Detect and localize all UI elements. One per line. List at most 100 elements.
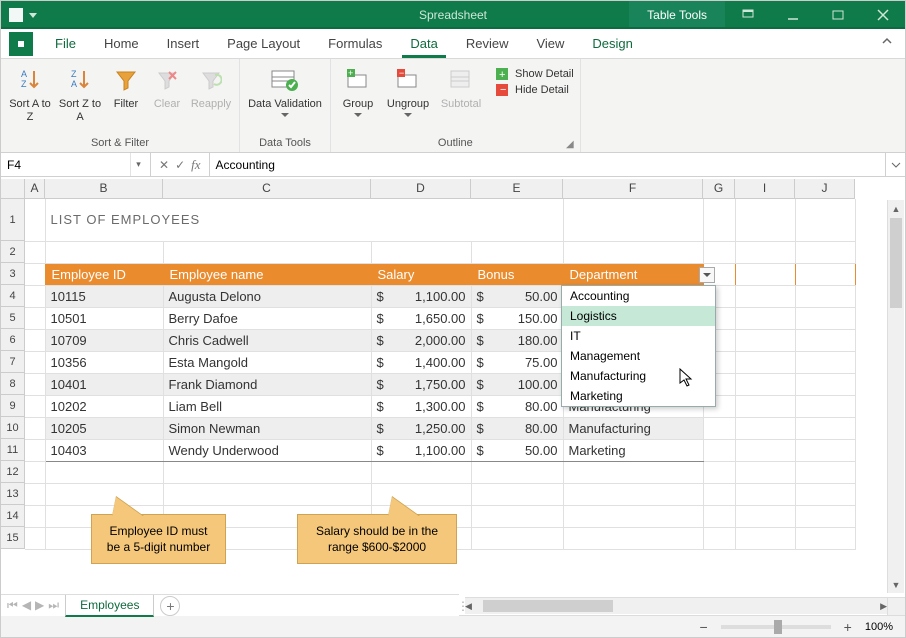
dropdown-option[interactable]: IT: [562, 326, 715, 346]
cell[interactable]: [795, 395, 855, 417]
row-header[interactable]: 15: [1, 527, 25, 549]
dropdown-option[interactable]: Management: [562, 346, 715, 366]
cell[interactable]: $2,000.00: [371, 329, 471, 351]
cell[interactable]: [735, 285, 795, 307]
prev-sheet-button[interactable]: ◀: [22, 598, 31, 613]
column-header[interactable]: C: [163, 179, 371, 199]
scroll-down-button[interactable]: ▼: [888, 576, 904, 593]
cell[interactable]: [25, 395, 45, 417]
tab-design[interactable]: Design: [578, 30, 646, 57]
show-detail-button[interactable]: + Show Detail: [495, 67, 574, 81]
tab-file[interactable]: File: [41, 30, 90, 57]
cell[interactable]: [471, 505, 563, 527]
cell[interactable]: $80.00: [471, 417, 563, 439]
scroll-thumb[interactable]: [890, 218, 902, 308]
dropdown-option[interactable]: Marketing: [562, 386, 715, 406]
column-header[interactable]: J: [795, 179, 855, 199]
cell[interactable]: [735, 395, 795, 417]
row-header[interactable]: 10: [1, 417, 25, 439]
cell[interactable]: [795, 505, 855, 527]
app-menu-icon[interactable]: [9, 32, 33, 56]
cell[interactable]: [25, 199, 45, 241]
scroll-thumb[interactable]: [483, 600, 613, 612]
scroll-up-button[interactable]: ▲: [888, 200, 904, 217]
cell[interactable]: [45, 241, 163, 263]
cell[interactable]: Simon Newman: [163, 417, 371, 439]
cell[interactable]: [563, 505, 703, 527]
next-sheet-button[interactable]: ▶: [35, 598, 44, 613]
cell[interactable]: [563, 483, 703, 505]
cell[interactable]: [735, 527, 795, 549]
dropdown-option[interactable]: Logistics: [562, 306, 715, 326]
cell[interactable]: $180.00: [471, 329, 563, 351]
column-header[interactable]: F: [563, 179, 703, 199]
cell[interactable]: [25, 483, 45, 505]
cell[interactable]: [563, 241, 703, 263]
cell[interactable]: [735, 505, 795, 527]
cell[interactable]: [25, 505, 45, 527]
name-box-dropdown-icon[interactable]: ▾: [130, 153, 146, 176]
column-header[interactable]: E: [471, 179, 563, 199]
cell[interactable]: Berry Dafoe: [163, 307, 371, 329]
validation-dropdown-list[interactable]: AccountingLogisticsITManagementManufactu…: [561, 285, 716, 407]
cell[interactable]: 10401: [45, 373, 163, 395]
cell[interactable]: $1,100.00: [371, 439, 471, 461]
confirm-edit-button[interactable]: ✓: [175, 158, 185, 172]
minimize-button[interactable]: [770, 1, 815, 29]
cell[interactable]: [25, 241, 45, 263]
cell[interactable]: [735, 199, 795, 241]
cell[interactable]: [25, 285, 45, 307]
tab-split-handle[interactable]: ⋮: [459, 597, 465, 614]
cell[interactable]: [735, 307, 795, 329]
first-sheet-button[interactable]: ⏮: [7, 598, 18, 613]
cancel-edit-button[interactable]: ✕: [159, 158, 169, 172]
row-header[interactable]: 3: [1, 263, 25, 285]
cell[interactable]: [703, 241, 735, 263]
dropdown-option[interactable]: Accounting: [562, 286, 715, 306]
cell[interactable]: Manufacturing: [563, 417, 703, 439]
cell[interactable]: Wendy Underwood: [163, 439, 371, 461]
cell[interactable]: [703, 461, 735, 483]
cell[interactable]: [25, 527, 45, 549]
cell[interactable]: $100.00: [471, 373, 563, 395]
column-header[interactable]: G: [703, 179, 735, 199]
cell[interactable]: [795, 329, 855, 351]
cell[interactable]: [563, 199, 703, 241]
cell[interactable]: [563, 527, 703, 549]
column-header[interactable]: A: [25, 179, 45, 199]
zoom-slider[interactable]: [721, 625, 831, 629]
cell[interactable]: [735, 461, 795, 483]
cell[interactable]: [25, 329, 45, 351]
zoom-level[interactable]: 100%: [865, 621, 893, 633]
cell[interactable]: 10403: [45, 439, 163, 461]
cell-dropdown-button[interactable]: [699, 267, 715, 283]
row-header[interactable]: 2: [1, 241, 25, 263]
cell[interactable]: Marketing: [563, 439, 703, 461]
collapse-ribbon-button[interactable]: [881, 36, 893, 51]
cell[interactable]: [735, 439, 795, 461]
cell[interactable]: [25, 417, 45, 439]
column-header[interactable]: B: [45, 179, 163, 199]
cell[interactable]: 10115: [45, 285, 163, 307]
cell[interactable]: Augusta Delono: [163, 285, 371, 307]
cell[interactable]: [563, 461, 703, 483]
column-header[interactable]: I: [735, 179, 795, 199]
cell[interactable]: [371, 241, 471, 263]
cell[interactable]: [45, 461, 163, 483]
row-header[interactable]: 6: [1, 329, 25, 351]
zoom-out-button[interactable]: −: [696, 619, 710, 635]
cell[interactable]: [163, 241, 371, 263]
expand-formula-bar-button[interactable]: [885, 153, 905, 176]
select-all-corner[interactable]: [1, 179, 25, 199]
cell[interactable]: 10356: [45, 351, 163, 373]
sort-az-button[interactable]: AZ Sort A to Z: [7, 61, 53, 124]
cell[interactable]: [795, 527, 855, 549]
cell[interactable]: [703, 483, 735, 505]
cell[interactable]: [471, 483, 563, 505]
cell[interactable]: [471, 527, 563, 549]
insert-function-button[interactable]: fx: [191, 157, 200, 173]
cell[interactable]: [795, 351, 855, 373]
cell[interactable]: [795, 285, 855, 307]
row-header[interactable]: 12: [1, 461, 25, 483]
cell[interactable]: $50.00: [471, 439, 563, 461]
